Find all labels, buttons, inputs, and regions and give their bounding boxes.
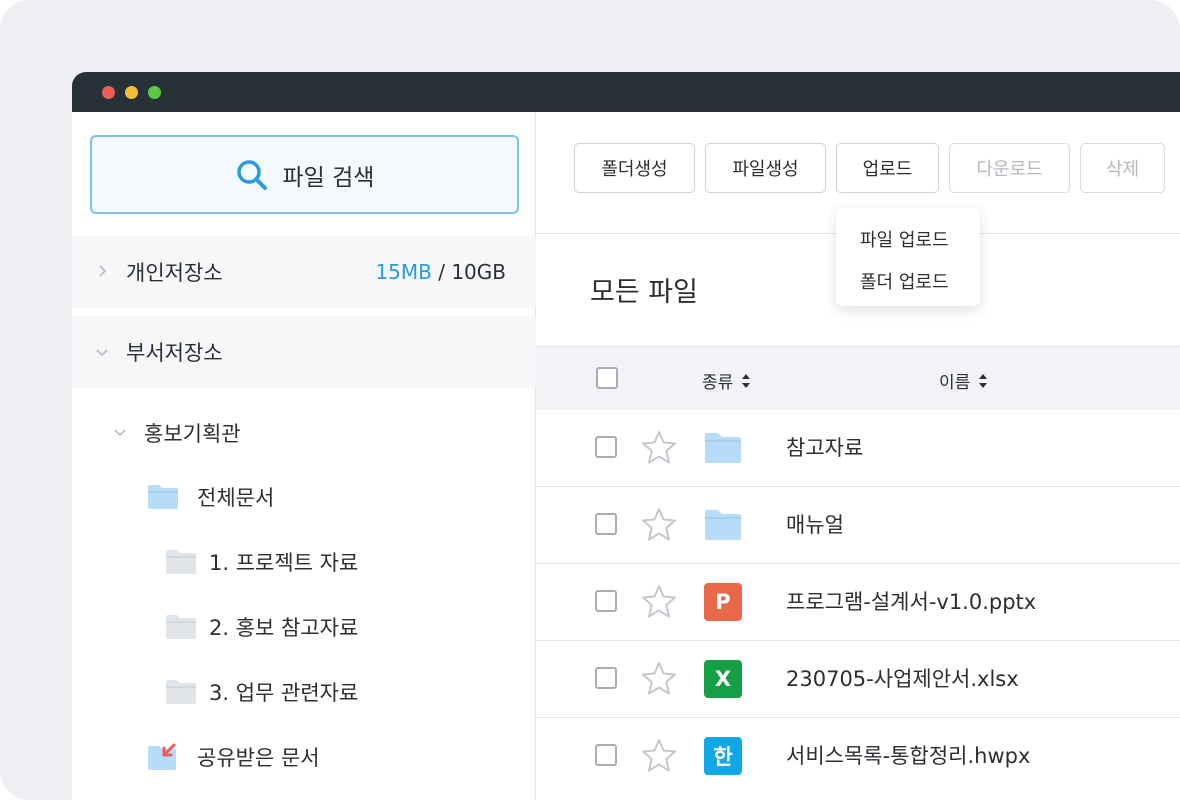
folder-icon — [166, 680, 196, 704]
tree-folder-label: 1. 프로젝트 자료 — [209, 551, 359, 575]
menu-item-file-upload[interactable]: 파일 업로드 — [836, 218, 980, 260]
row-checkbox[interactable] — [595, 744, 617, 766]
hwpx-file-icon: 한 — [704, 737, 742, 775]
search-icon — [236, 159, 267, 190]
close-window-button[interactable] — [102, 85, 115, 99]
column-type-label: 종류 — [702, 373, 734, 393]
storage-usage: 15MB / 10GB — [375, 260, 506, 284]
storage-total: 10GB — [451, 260, 506, 284]
file-name[interactable]: 참고자료 — [786, 432, 863, 462]
star-icon[interactable] — [641, 584, 677, 618]
app-window: 파일 검색 개인저장소 15MB / 10GB 부서저장소 홍보기획관 전체문서… — [72, 72, 1180, 800]
page-title: 모든 파일 — [590, 277, 698, 308]
tree-item-all-docs[interactable]: 전체문서 — [147, 482, 274, 512]
tree-folder-label: 3. 업무 관련자료 — [209, 681, 359, 705]
folder-icon — [148, 485, 178, 509]
select-all-checkbox[interactable] — [596, 367, 618, 389]
download-button[interactable]: 다운로드 — [949, 143, 1070, 193]
chevron-down-icon — [114, 429, 126, 437]
upload-dropdown-menu: 파일 업로드 폴더 업로드 — [836, 208, 980, 306]
tree-folder-2[interactable]: 2. 홍보 참고자료 — [165, 612, 358, 642]
pptx-file-icon: P — [704, 583, 742, 621]
row-checkbox[interactable] — [595, 513, 617, 535]
toolbar: 폴더생성 파일생성 업로드 다운로드 삭제 — [574, 143, 1165, 193]
search-label: 파일 검색 — [282, 164, 375, 191]
sidebar: 파일 검색 개인저장소 15MB / 10GB 부서저장소 홍보기획관 전체문서… — [72, 112, 536, 800]
table-row[interactable]: P 프로그램-설계서-v1.0.pptx — [536, 564, 1180, 641]
table-header: 종류 이름 — [536, 346, 1180, 410]
tree-group-label: 홍보기획관 — [144, 422, 241, 446]
department-storage[interactable]: 부서저장소 — [72, 316, 536, 388]
chevron-right-icon — [99, 265, 107, 277]
file-name[interactable]: 매뉴얼 — [786, 509, 844, 539]
xlsx-file-icon: X — [704, 660, 742, 698]
file-name[interactable]: 프로그램-설계서-v1.0.pptx — [786, 586, 1036, 616]
table-row[interactable]: X 230705-사업제안서.xlsx — [536, 641, 1180, 718]
star-icon[interactable] — [641, 507, 677, 541]
row-checkbox[interactable] — [595, 436, 617, 458]
row-checkbox[interactable] — [595, 667, 617, 689]
maximize-window-button[interactable] — [148, 85, 161, 99]
minimize-window-button[interactable] — [125, 85, 138, 99]
tree-group-pr[interactable]: 홍보기획관 — [112, 418, 241, 448]
main-panel: 폴더생성 파일생성 업로드 다운로드 삭제 파일 업로드 폴더 업로드 모든 파… — [536, 112, 1180, 800]
star-icon[interactable] — [641, 430, 677, 464]
column-name-label: 이름 — [939, 373, 971, 393]
folder-icon — [705, 510, 741, 540]
chevron-down-icon — [96, 349, 108, 357]
title-bar — [72, 72, 1180, 112]
storage-used: 15MB — [375, 260, 432, 284]
new-folder-button[interactable]: 폴더생성 — [574, 143, 695, 193]
table-row[interactable]: 참고자료 — [536, 410, 1180, 487]
department-storage-label: 부서저장소 — [126, 341, 223, 365]
shared-folder-icon — [148, 743, 176, 770]
tree-item-label: 전체문서 — [197, 486, 275, 510]
star-icon[interactable] — [641, 738, 677, 772]
storage-separator: / — [431, 260, 452, 284]
folder-icon — [166, 615, 196, 639]
file-search-button[interactable]: 파일 검색 — [90, 135, 519, 214]
tree-item-label: 공유받은 문서 — [197, 746, 320, 770]
menu-item-folder-upload[interactable]: 폴더 업로드 — [836, 260, 980, 302]
tree-folder-1[interactable]: 1. 프로젝트 자료 — [165, 547, 358, 577]
upload-button[interactable]: 업로드 — [836, 143, 939, 193]
sort-icon — [979, 373, 988, 388]
column-name-header[interactable]: 이름 — [939, 368, 988, 393]
star-icon[interactable] — [641, 661, 677, 695]
file-name[interactable]: 서비스목록-통합정리.hwpx — [786, 740, 1030, 770]
tree-folder-3[interactable]: 3. 업무 관련자료 — [165, 677, 358, 707]
tree-folder-label: 2. 홍보 참고자료 — [209, 616, 359, 640]
file-name[interactable]: 230705-사업제안서.xlsx — [786, 663, 1019, 693]
table-row[interactable]: 매뉴얼 — [536, 487, 1180, 564]
folder-icon — [705, 433, 741, 463]
personal-storage[interactable]: 개인저장소 15MB / 10GB — [72, 236, 536, 308]
personal-storage-label: 개인저장소 — [126, 261, 223, 285]
sort-icon — [742, 373, 751, 388]
tree-item-shared[interactable]: 공유받은 문서 — [147, 742, 320, 772]
folder-icon — [166, 550, 196, 574]
row-checkbox[interactable] — [595, 590, 617, 612]
table-row[interactable]: 한 서비스목록-통합정리.hwpx — [536, 718, 1180, 795]
delete-button[interactable]: 삭제 — [1080, 143, 1165, 193]
column-type-header[interactable]: 종류 — [702, 368, 751, 393]
new-file-button[interactable]: 파일생성 — [705, 143, 826, 193]
